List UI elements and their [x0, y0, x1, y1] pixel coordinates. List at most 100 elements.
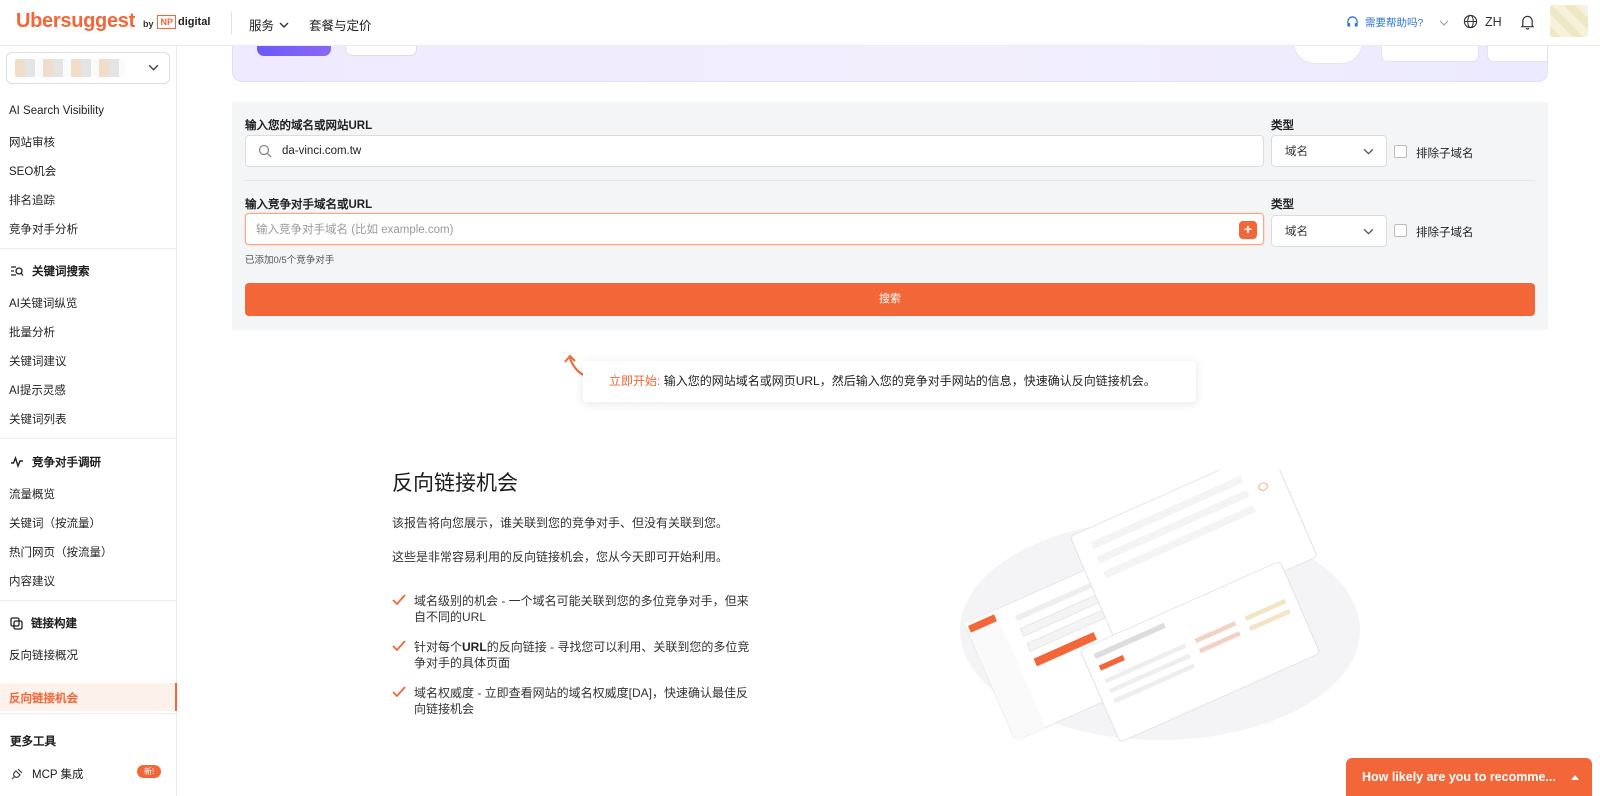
search-icon: [258, 144, 272, 158]
sidebar-divider: [0, 248, 177, 249]
search-button[interactable]: 搜索: [245, 283, 1535, 316]
sidebar-divider: [0, 438, 177, 439]
competitor-input-placeholder: 输入竞争对手域名 (比如 example.com): [256, 224, 454, 236]
section-paragraph: 该报告将向您展示，谁关联到您的竞争对手、但没有关联到您。: [392, 516, 729, 530]
chevron-down-icon: [1363, 228, 1374, 235]
banner-secondary-button[interactable]: [345, 46, 417, 56]
chevron-up-icon: [1570, 775, 1579, 780]
exclude-subdomain-checkbox[interactable]: [1394, 145, 1407, 158]
headset-icon: [1347, 16, 1358, 27]
logo-by: by: [142, 18, 154, 29]
sidebar-item-ai-keyword-overview[interactable]: AI关键词纵览: [9, 295, 77, 311]
nav-pricing-link[interactable]: 套餐与定价: [309, 15, 372, 34]
competitor-type-select[interactable]: 域名: [1271, 215, 1387, 247]
add-competitor-button[interactable]: +: [1239, 221, 1257, 239]
bullet-text-line: 向链接机会: [414, 702, 475, 716]
sidebar-item-backlinks-overview[interactable]: 反向链接概况: [9, 647, 78, 663]
sidebar-item-bulk-analysis[interactable]: 批量分析: [9, 324, 55, 340]
bullet-text-line: 的反向链接 - 寻找您可以利用、关联到您的多位竞: [486, 640, 750, 654]
nav-services-dropdown[interactable]: 服务: [249, 15, 289, 34]
form-divider: [245, 180, 1535, 181]
sidebar-item-keywords-by-traffic[interactable]: 关键词（按流量）: [9, 515, 101, 531]
brand-logo[interactable]: Ubersuggest by NP digital: [16, 10, 210, 33]
check-icon: [392, 640, 406, 652]
tip-strong: 立即开始:: [609, 374, 661, 388]
notification-bell[interactable]: [1520, 14, 1535, 35]
sidebar-divider: [0, 713, 177, 714]
bell-icon: [1520, 15, 1535, 30]
section-paragraph: 这些是非常容易利用的反向链接机会，您从今天即可开始利用。: [392, 550, 729, 564]
feature-bullet: 针对每个URL的反向链接 - 寻找您可以利用、关联到您的多位竞 争对手的具体页面: [392, 639, 762, 671]
sidebar-item-competitor-analysis[interactable]: 竞争对手分析: [9, 221, 78, 237]
sidebar-item-keyword-ideas[interactable]: 关键词建议: [9, 353, 67, 369]
bullet-text-pre: 针对每个: [414, 640, 463, 654]
sidebar-section-label: 更多工具: [10, 736, 56, 748]
select-value: 域名: [1285, 226, 1308, 238]
competitors-added-hint: 已添加0/5个竞争对手: [245, 255, 335, 266]
sidebar-item-traffic-overview[interactable]: 流量概览: [9, 486, 55, 502]
sidebar-section-label: 关键词搜索: [32, 266, 90, 278]
feedback-widget[interactable]: How likely are you to recomme...: [1346, 758, 1592, 796]
nav-pricing-label: 套餐与定价: [309, 19, 372, 33]
tip-text: 输入您的网站域名或网页URL，然后输入您的竞争对手网站的信息，快速确认反向链接机…: [663, 374, 1156, 388]
plug-icon: [11, 768, 23, 780]
domain-input[interactable]: da-vinci.com.tw: [245, 135, 1264, 167]
top-nav-menu: 服务 套餐与定价: [249, 15, 372, 34]
feature-bullet: 域名级别的机会 - 一个域名可能关联到您的多位竞争对手，但来 自不同的URL: [392, 593, 762, 625]
report-preview-illustration: [960, 470, 1360, 742]
help-dropdown[interactable]: 需要帮助吗?: [1346, 15, 1449, 30]
nav-services-label: 服务: [249, 19, 275, 33]
type-label: 类型: [1271, 120, 1294, 132]
banner-stat-card: [1487, 46, 1547, 62]
sidebar-item-backlink-opportunities[interactable]: 反向链接机会: [9, 690, 78, 706]
competitor-input[interactable]: 输入竞争对手域名 (比如 example.com) +: [245, 213, 1264, 245]
chevron-down-icon: [1439, 20, 1449, 26]
sidebar-item-top-pages-by-traffic[interactable]: 热门网页（按流量）: [9, 544, 113, 560]
competitor-input-label: 输入竞争对手域名或URL: [245, 199, 373, 211]
feedback-label: How likely are you to recomme...: [1362, 770, 1556, 784]
sidebar-section-link-building[interactable]: 链接构建: [10, 615, 77, 631]
language-selector[interactable]: ZH: [1463, 14, 1502, 29]
mcp-label: MCP 集成: [32, 769, 84, 781]
project-name-blurred: [15, 59, 125, 77]
chevron-down-icon: [279, 22, 289, 28]
domain-type-select[interactable]: 域名: [1271, 135, 1387, 167]
exclude-subdomain-checkbox[interactable]: [1394, 224, 1407, 237]
top-navbar: Ubersuggest by NP digital 服务 套餐与定价 需要帮助吗…: [0, 0, 1600, 46]
sidebar-divider: [0, 600, 177, 601]
sidebar-section-more-tools[interactable]: 更多工具: [10, 733, 56, 749]
user-avatar[interactable]: [1550, 5, 1588, 37]
exclude-subdomain-label: 排除子域名: [1416, 148, 1474, 160]
banner-stat-card: [1381, 46, 1479, 62]
project-selector[interactable]: [6, 52, 170, 84]
sidebar-item-rank-tracking[interactable]: 排名追踪: [9, 192, 55, 208]
feature-bullet: 域名权威度 - 立即查看网站的域名权威度[DA]，快速确认最佳反 向链接机会: [392, 685, 762, 717]
keyword-search-icon: [11, 266, 24, 276]
check-icon: [392, 686, 406, 698]
sidebar-section-label: 竞争对手调研: [32, 457, 101, 469]
sidebar-item-seo-opportunities[interactable]: SEO机会: [9, 163, 56, 179]
banner-illustration: [1293, 46, 1363, 64]
link-copy-icon: [10, 616, 23, 630]
sidebar-section-competitor-research[interactable]: 竞争对手调研: [10, 454, 101, 470]
banner-primary-button[interactable]: [257, 46, 331, 56]
sidebar-item-mcp[interactable]: MCP 集成: [10, 766, 84, 782]
sidebar-item-site-audit[interactable]: 网站审核: [9, 134, 55, 150]
help-label: 需要帮助吗?: [1365, 17, 1424, 29]
section-title: 反向链接机会: [392, 472, 518, 495]
sidebar-item-keyword-lists[interactable]: 关键词列表: [9, 411, 67, 427]
pulse-icon: [11, 456, 23, 468]
getting-started-tip: 立即开始: 输入您的网站域名或网页URL，然后输入您的竞争对手网站的信息，快速确…: [583, 361, 1196, 402]
sidebar-section-label: 链接构建: [31, 618, 77, 630]
logo-text: Ubersuggest: [16, 10, 135, 32]
sidebar-item-content-ideas[interactable]: 内容建议: [9, 573, 55, 589]
sidebar-item-ai-search-visibility[interactable]: AI Search Visibility: [9, 105, 104, 117]
sidebar-item-ai-prompt-ideas[interactable]: AI提示灵感: [9, 382, 66, 398]
language-label: ZH: [1485, 14, 1502, 29]
new-badge: 新!: [137, 765, 162, 778]
sidebar-section-keyword-research[interactable]: 关键词搜索: [10, 263, 90, 279]
bullet-text-line: 争对手的具体页面: [414, 656, 511, 670]
domain-input-label: 输入您的域名或网站URL: [245, 120, 373, 132]
type-label: 类型: [1271, 199, 1294, 211]
promo-banner: [232, 46, 1548, 82]
